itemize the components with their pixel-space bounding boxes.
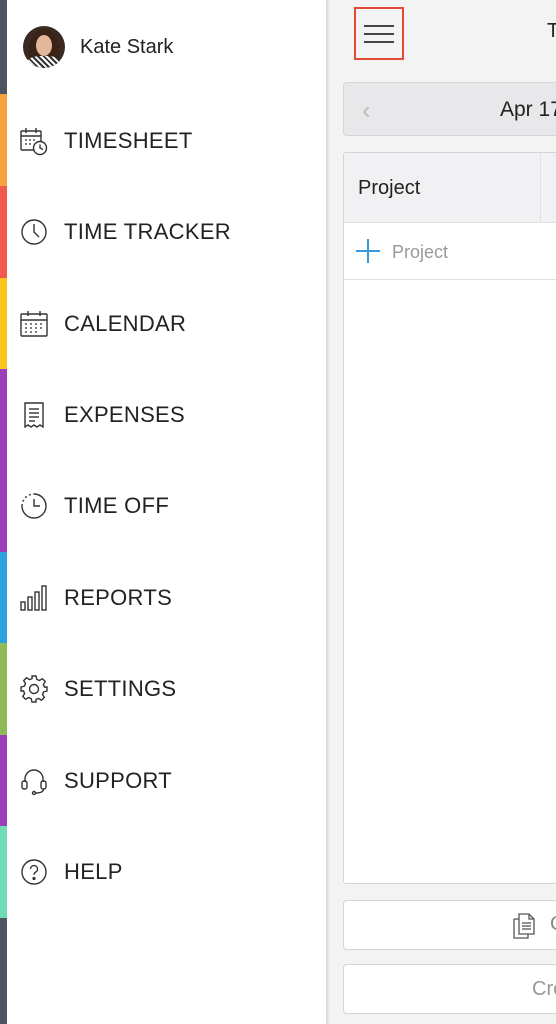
plus-icon [356,239,380,263]
menu-item-time-tracker[interactable]: TIME TRACKER [7,186,326,277]
hamburger-line [364,40,394,43]
timesheet-icon [19,126,49,156]
time-off-icon [19,491,49,521]
drawer-color-strip [0,0,7,1024]
menu-label: SUPPORT [64,767,173,793]
color-strip-segment [0,369,7,460]
user-name: Kate Stark [80,35,174,58]
color-strip-segment [0,826,7,918]
receipt-icon [19,400,49,430]
menu-label: HELP [64,858,123,884]
menu-item-timesheet[interactable]: TIMESHEET [7,95,326,186]
avatar [23,26,65,68]
color-strip-segment [0,735,7,826]
menu-label: REPORTS [64,584,173,610]
color-strip-segment [0,643,7,735]
menu-item-time-off[interactable]: TIME OFF [7,460,326,551]
hamburger-line [364,24,394,27]
chevron-left-icon[interactable]: ‹ [362,95,371,126]
gear-icon [19,674,49,704]
color-strip-segment [0,918,7,1024]
menu-label: TIME TRACKER [64,218,231,244]
column-header-project: Project [358,177,421,199]
color-strip-segment [0,186,7,278]
bar-chart-icon [19,583,49,613]
color-strip-segment [0,94,7,186]
date-range[interactable]: Apr 17 [500,98,556,122]
menu-label: TIMESHEET [64,127,193,153]
menu-item-settings[interactable]: SETTINGS [7,643,326,734]
menu-item-reports[interactable]: REPORTS [7,552,326,643]
menu-item-calendar[interactable]: CALENDAR [7,278,326,369]
headset-icon [19,766,49,796]
color-strip-segment [0,552,7,643]
menu-label: TIME OFF [64,492,170,518]
menu-label: SETTINGS [64,675,177,701]
copy-button[interactable]: C [343,900,556,950]
timesheet-screen: T ‹ Apr 17 Project Project C Cre [326,0,556,1024]
color-strip-segment [0,460,7,552]
date-navigator: ‹ Apr 17 [343,82,556,136]
copy-document-icon [513,913,535,939]
create-button[interactable]: Cre [343,964,556,1014]
menu-label: EXPENSES [64,401,186,427]
hamburger-line [364,32,394,35]
color-strip-segment [0,278,7,369]
menu-item-support[interactable]: SUPPORT [7,735,326,826]
create-button-label: Cre [532,978,556,1000]
clock-icon [19,217,49,247]
menu-item-help[interactable]: HELP [7,826,326,917]
navigation-drawer: Kate Stark TIMESHEET TIME TRACKER CALEND… [0,0,326,1024]
menu-item-expenses[interactable]: EXPENSES [7,369,326,460]
drawer-shadow [326,0,330,1024]
hamburger-menu-button[interactable] [354,7,404,60]
screen-title: T [547,20,556,42]
user-profile[interactable]: Kate Stark [7,0,326,94]
color-strip-segment [0,0,7,94]
menu-label: CALENDAR [64,310,187,336]
copy-button-label: C [550,913,556,936]
timesheet-table: Project Project [343,152,556,884]
help-icon [19,857,49,887]
calendar-icon [19,309,49,339]
add-project-label: Project [392,242,449,262]
table-header: Project [344,153,556,223]
column-divider [540,153,541,223]
add-project-row[interactable]: Project [344,223,556,280]
